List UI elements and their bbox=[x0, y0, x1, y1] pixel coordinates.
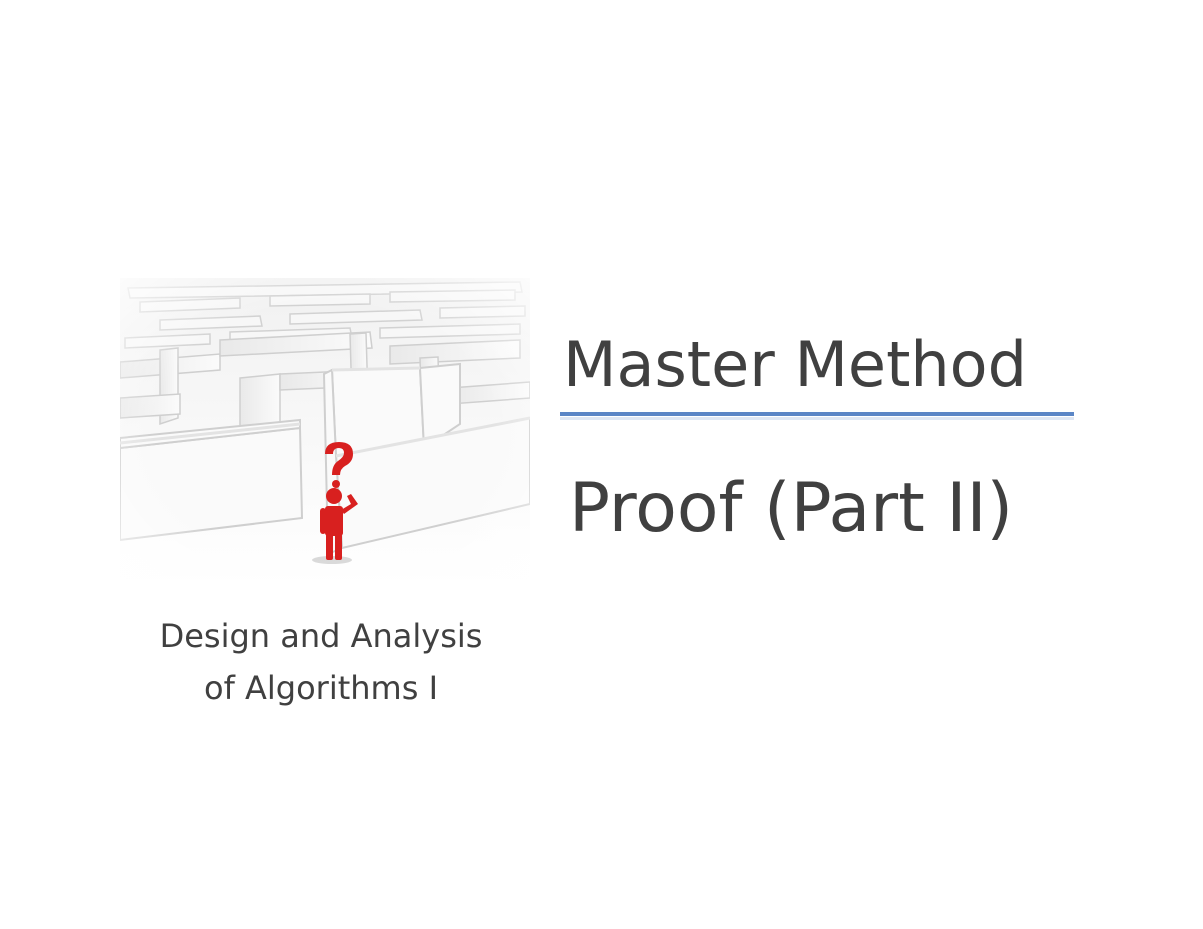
course-line-2: of Algorithms I bbox=[203, 669, 438, 707]
maze-question-figure-icon bbox=[120, 278, 530, 586]
slide-title: Master Method bbox=[563, 328, 1027, 401]
course-name: Design and Analysis of Algorithms I bbox=[120, 610, 522, 714]
title-underline-shadow bbox=[560, 417, 1074, 420]
course-line-1: Design and Analysis bbox=[159, 617, 483, 655]
title-underline bbox=[560, 412, 1074, 416]
maze-image bbox=[120, 278, 530, 586]
slide-subtitle: Proof (Part II) bbox=[569, 469, 1014, 548]
